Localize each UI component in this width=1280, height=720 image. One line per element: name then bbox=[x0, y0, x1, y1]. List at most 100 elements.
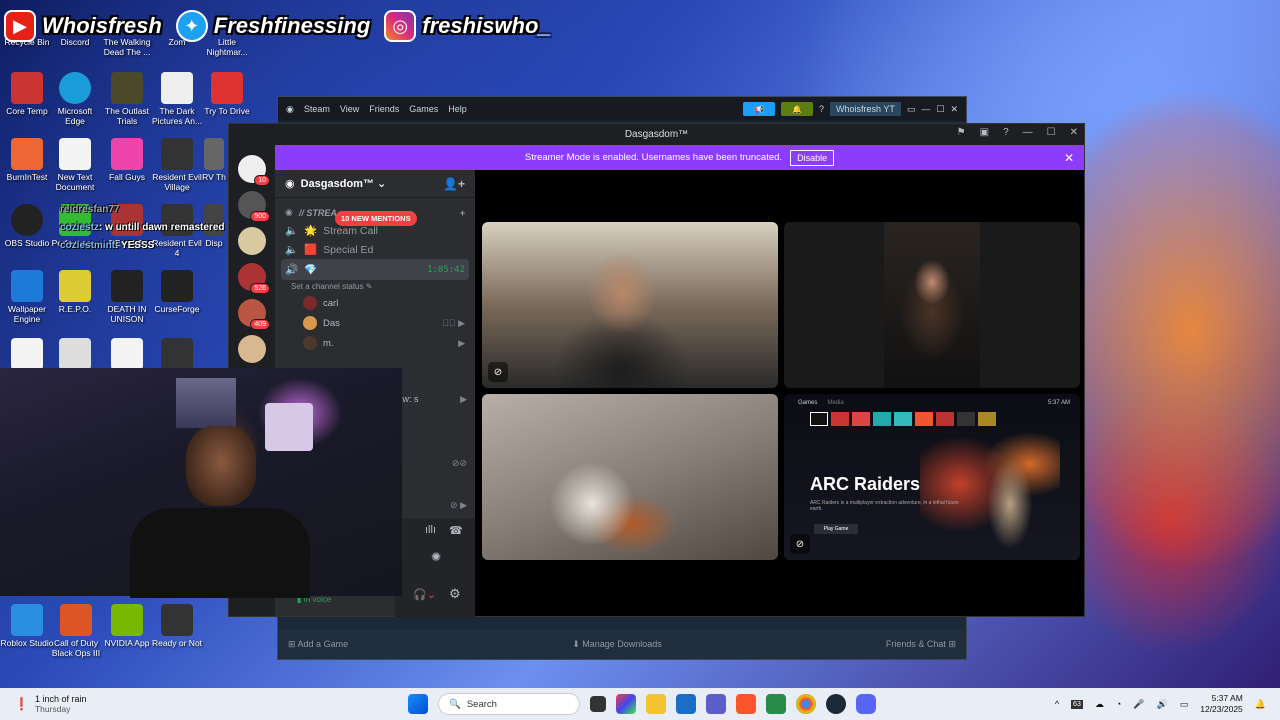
steam-notifications-button[interactable]: 🔔 bbox=[780, 102, 813, 116]
add-channel-icon[interactable]: + bbox=[460, 208, 465, 218]
steam-menu-games[interactable]: Games bbox=[409, 104, 438, 114]
deafen-icon[interactable]: 🎧⌄ bbox=[413, 588, 436, 601]
volume-icon[interactable]: 🔊 bbox=[1157, 699, 1168, 710]
steam-menu-help[interactable]: Help bbox=[448, 104, 467, 114]
inbox-icon[interactable]: ▣ bbox=[980, 127, 989, 138]
battery-icon[interactable]: ▭ bbox=[1180, 699, 1189, 710]
brave-icon[interactable] bbox=[736, 694, 756, 714]
video-tile[interactable]: ⊘ bbox=[482, 222, 778, 388]
add-game-button[interactable]: ⊞ Add a Game bbox=[288, 639, 348, 650]
video-tile[interactable] bbox=[482, 394, 778, 560]
steam-announce-button[interactable]: 📢 bbox=[742, 102, 775, 116]
desktop-icon-death-in-unison[interactable]: DEATH IN UNISON bbox=[100, 270, 154, 325]
tray-app-icon[interactable]: 63 bbox=[1071, 699, 1083, 709]
desktop-icon-rv[interactable]: RV Th bbox=[200, 138, 228, 183]
desktop-icon-ready-or-not[interactable]: Ready or Not bbox=[150, 604, 204, 649]
disconnect-icon[interactable]: ☎ bbox=[449, 524, 463, 537]
desktop-icon-try-to-drive[interactable]: Try To Drive bbox=[200, 72, 254, 117]
video-tile[interactable] bbox=[784, 222, 1080, 388]
app-icon[interactable] bbox=[766, 694, 786, 714]
desktop-icon-burnintest[interactable]: BurnInTest bbox=[0, 138, 54, 183]
desktop-icon-obs[interactable]: OBS Studio bbox=[0, 204, 54, 249]
friends-chat-button[interactable]: Friends & Chat ⊞ bbox=[886, 639, 956, 650]
clock[interactable]: 5:37 AM 12/23/2025 bbox=[1200, 693, 1243, 716]
document-icon bbox=[161, 72, 193, 104]
desktop-icon-nvidia[interactable]: NVIDIA App bbox=[100, 604, 154, 649]
steam-menu-view[interactable]: View bbox=[340, 104, 359, 114]
desktop-icon-wallpaper-engine[interactable]: Wallpaper Engine bbox=[0, 270, 54, 325]
notifications-icon[interactable]: 🔔 bbox=[1255, 699, 1266, 710]
gear-icon[interactable]: ⚙ bbox=[449, 586, 461, 602]
soundboard-icon[interactable]: ıllı bbox=[425, 524, 436, 536]
noise-suppression-icon[interactable]: ✺ bbox=[431, 550, 441, 564]
screen-share-tile[interactable]: Games Media 5:37 AM ARC Raiders ARC Raid… bbox=[784, 394, 1080, 560]
teams-icon[interactable] bbox=[706, 694, 726, 714]
roblox-studio-icon bbox=[11, 604, 43, 636]
close-button[interactable]: ✕ bbox=[950, 104, 958, 115]
voice-user[interactable]: Das 🎤⃠ ▶ bbox=[275, 313, 475, 333]
chrome-icon[interactable] bbox=[796, 694, 816, 714]
channel-special-ed[interactable]: 🔈 🟥 Special Ed bbox=[275, 240, 475, 259]
steam-account-menu[interactable]: Whoisfresh YT bbox=[830, 102, 901, 116]
server-icon[interactable] bbox=[238, 335, 266, 363]
disable-streamer-mode-button[interactable]: Disable bbox=[790, 149, 835, 166]
file-explorer-icon[interactable] bbox=[646, 694, 666, 714]
minimize-button[interactable]: — bbox=[1023, 127, 1033, 138]
server-icon[interactable]: 409 bbox=[238, 299, 270, 330]
chevron-up-icon[interactable]: ^ bbox=[1055, 699, 1059, 709]
mail-icon[interactable] bbox=[676, 694, 696, 714]
desktop-icon-re-village[interactable]: Resident Evil Village bbox=[150, 138, 204, 193]
server-icon[interactable]: 526 bbox=[238, 263, 270, 294]
play-game-button[interactable]: Play Game bbox=[814, 524, 858, 534]
help-icon[interactable]: ? bbox=[1003, 127, 1009, 138]
wifi-icon[interactable]: ◔ bbox=[1116, 699, 1121, 709]
taskbar: ❗ 1 inch of rain Thursday 🔍 Search ^ 63 … bbox=[0, 688, 1280, 720]
voice-user[interactable]: carl bbox=[275, 293, 475, 313]
steam-menu-friends[interactable]: Friends bbox=[369, 104, 399, 114]
discord-icon[interactable] bbox=[856, 694, 876, 714]
desktop-icon-cod-bo3[interactable]: Call of Duty Black Ops III bbox=[48, 604, 104, 659]
desktop-icon-dark-pictures[interactable]: The Dark Pictures An... bbox=[150, 72, 204, 127]
video-icon: ▶ bbox=[460, 394, 467, 404]
system-tray: ^ 63 ☁ ◔ 🎤 🔊 ▭ 5:37 AM 12/23/2025 🔔 bbox=[1055, 693, 1266, 716]
maximize-button[interactable]: ☐ bbox=[1047, 127, 1056, 138]
desktop-icon-core-temp[interactable]: Core Temp bbox=[0, 72, 54, 117]
desktop-icon-curseforge[interactable]: CurseForge bbox=[150, 270, 204, 315]
steam-icon[interactable] bbox=[826, 694, 846, 714]
desktop-icon-edge[interactable]: Microsoft Edge bbox=[48, 72, 102, 127]
network-icon[interactable]: ☁ bbox=[1095, 699, 1104, 710]
manage-downloads-button[interactable]: ⬇ Manage Downloads bbox=[572, 639, 662, 650]
desktop-icon-new-text[interactable]: New Text Document bbox=[48, 138, 102, 193]
poster bbox=[265, 403, 313, 451]
desktop-icon-outlast-trials[interactable]: The Outlast Trials bbox=[100, 72, 154, 127]
guild-header[interactable]: ◉ Dasgasdom™ ⌄ 👤+ bbox=[275, 170, 475, 198]
microphone-icon[interactable]: 🎤 bbox=[1133, 699, 1144, 710]
desktop-icon-fall-guys[interactable]: Fall Guys bbox=[100, 138, 154, 183]
desktop-icon-roblox-studio[interactable]: Roblox Studio bbox=[0, 604, 54, 649]
task-view-icon[interactable] bbox=[590, 696, 606, 712]
weather-widget[interactable]: ❗ 1 inch of rain Thursday bbox=[0, 694, 86, 714]
voice-user[interactable]: m. ▶ bbox=[275, 333, 475, 353]
minimize-button[interactable]: — bbox=[921, 104, 930, 114]
document-icon bbox=[111, 338, 143, 370]
server-icon[interactable]: 500 bbox=[238, 191, 270, 222]
start-icon[interactable] bbox=[408, 694, 428, 714]
channel-active[interactable]: 🔊 💎 1:05:42 bbox=[281, 259, 469, 280]
new-mentions-badge[interactable]: 10 NEW MENTIONS bbox=[335, 211, 417, 226]
streamer-shirt bbox=[130, 508, 310, 598]
server-icon[interactable]: 10 bbox=[238, 155, 270, 186]
desktop-icon-repo[interactable]: R.E.P.O. bbox=[48, 270, 102, 315]
server-icon[interactable] bbox=[238, 227, 266, 255]
steam-menu-steam[interactable]: Steam bbox=[304, 104, 330, 114]
set-channel-status[interactable]: Set a channel status ✎ bbox=[275, 280, 475, 293]
flag-icon[interactable]: ⚑ bbox=[957, 127, 966, 138]
social-banner: ▶ Whoisfresh ✦ Freshfinessing ◎ freshisw… bbox=[4, 8, 559, 44]
copilot-icon[interactable] bbox=[616, 694, 636, 714]
close-button[interactable]: ✕ bbox=[1070, 127, 1078, 138]
add-user-icon[interactable]: 👤+ bbox=[443, 177, 465, 191]
close-banner-icon[interactable]: ✕ bbox=[1064, 151, 1074, 165]
maximize-button[interactable]: ☐ bbox=[936, 104, 944, 115]
search-input[interactable]: 🔍 Search bbox=[438, 693, 580, 715]
steam-bigpicture-icon[interactable]: ▭ bbox=[907, 104, 916, 115]
steam-help-button[interactable]: ? bbox=[819, 104, 824, 114]
